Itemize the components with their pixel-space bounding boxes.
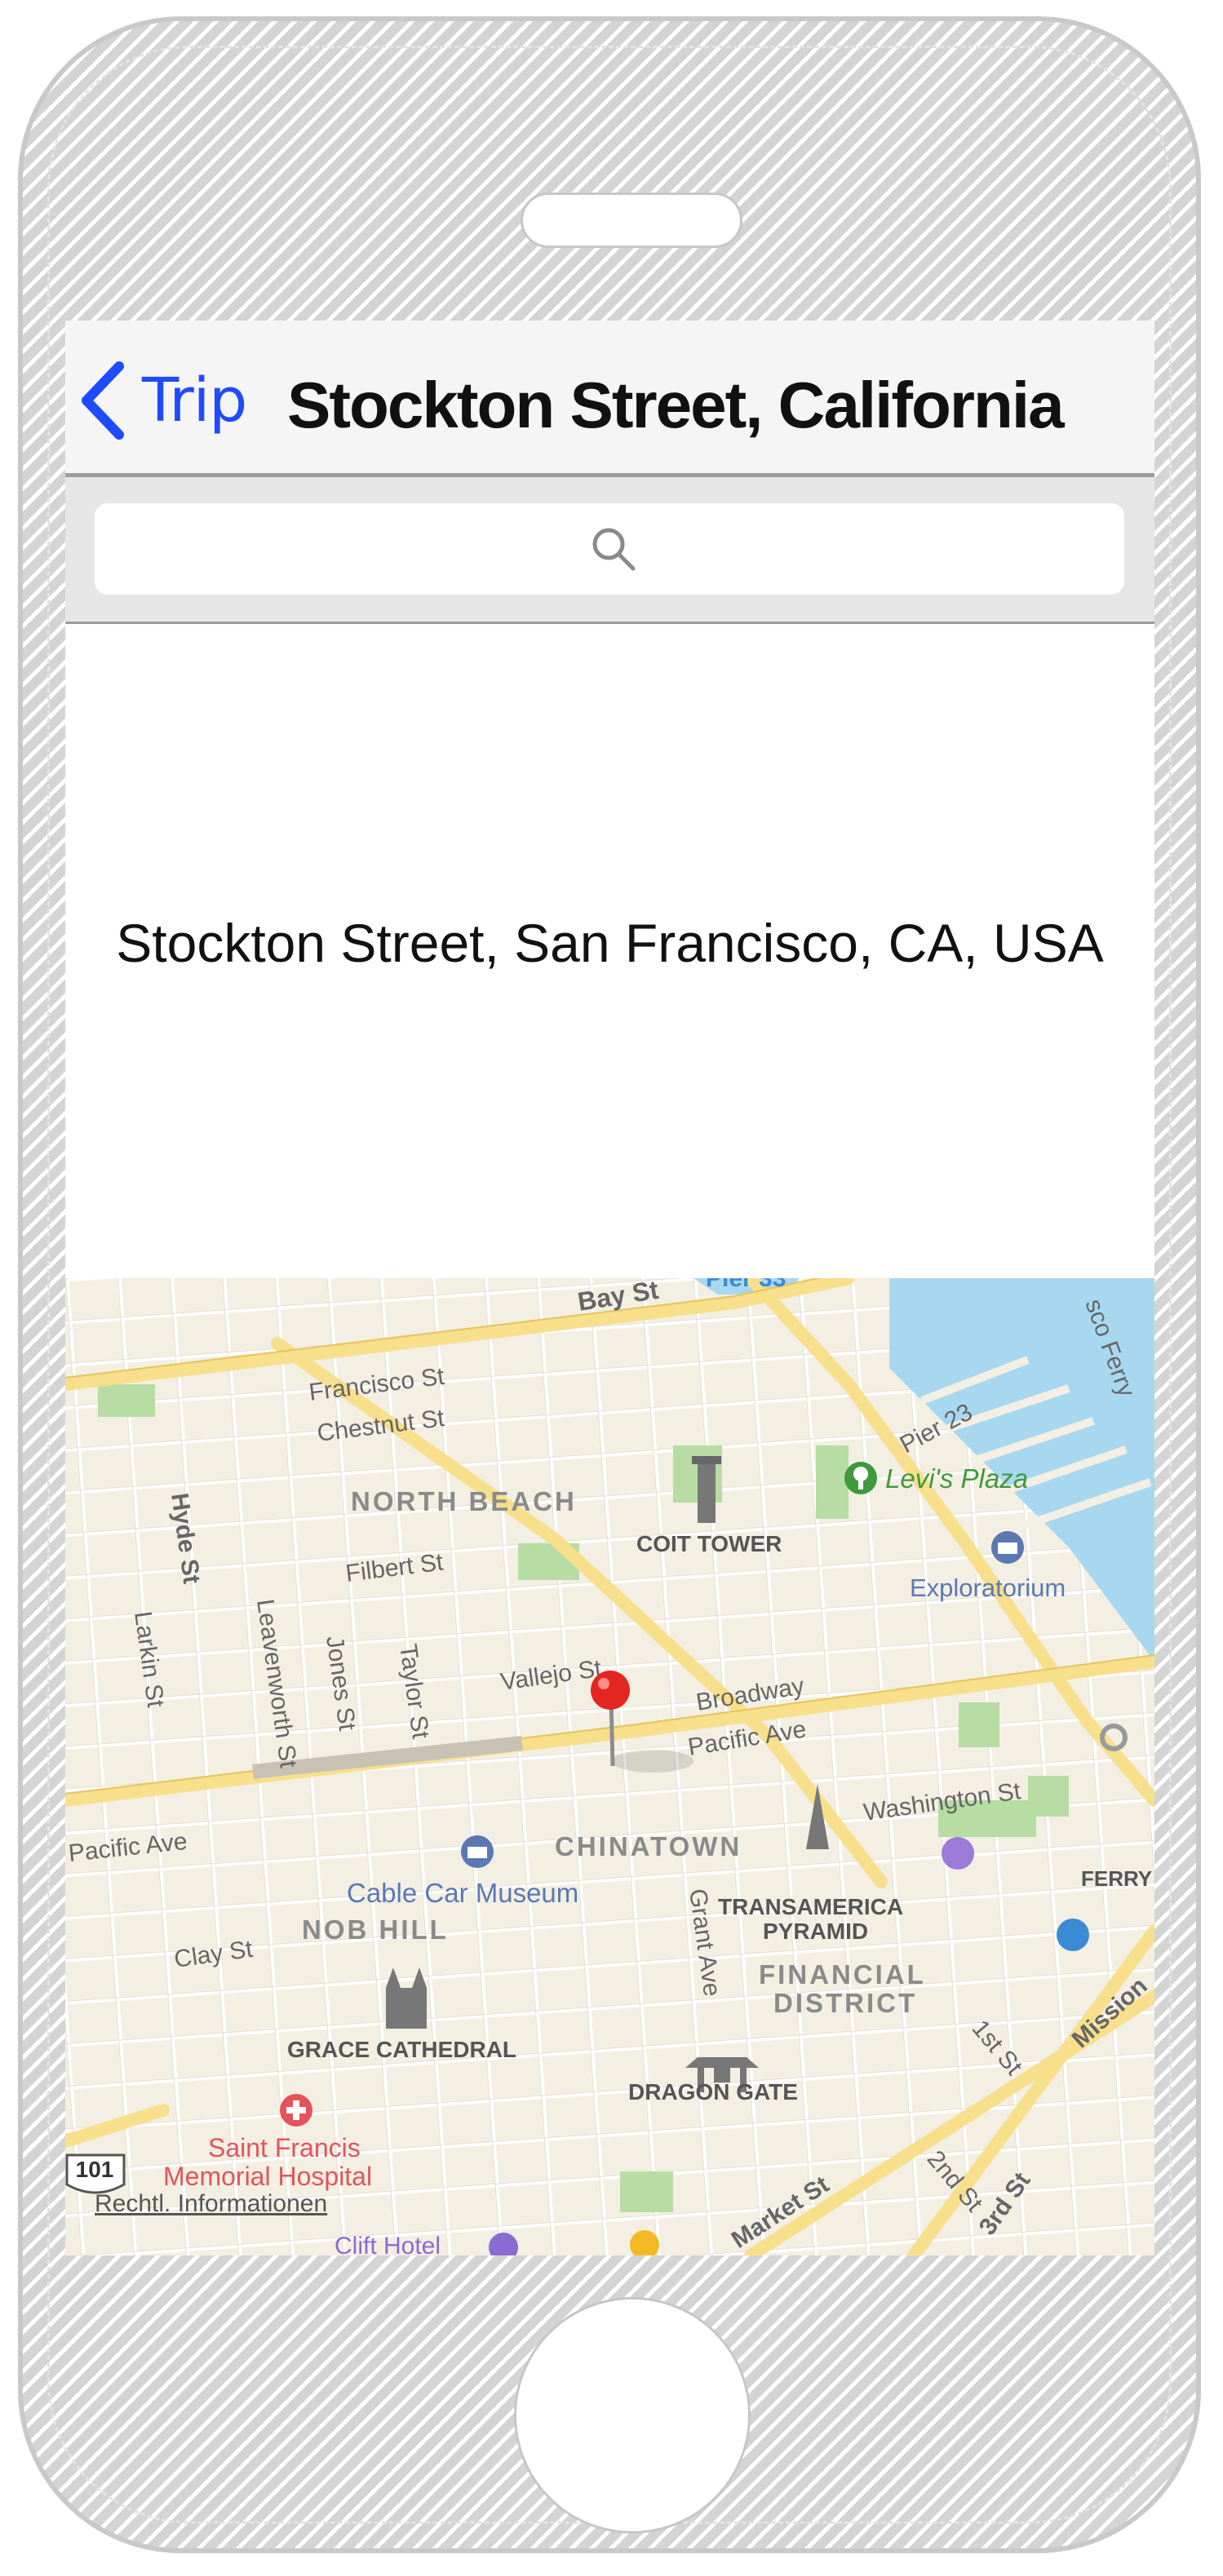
chevron-left-icon [82,361,124,440]
page-title: Stockton Street, California [287,369,1065,441]
levis-plaza-poi[interactable]: Levi's Plaza [844,1462,1028,1494]
district-label: CHINATOWN [555,1831,742,1861]
tower-icon [698,1458,716,1523]
district-label: NOB HILL [302,1914,449,1945]
district-label: NORTH BEACH [351,1486,577,1516]
district-label: FINANCIAL [759,1959,926,1990]
highway-101-label: 101 [76,2157,114,2182]
gate-icon [685,2057,759,2068]
back-button-label: Trip [142,365,247,436]
map-canvas: 101 Bay St Pier 33 Francisco St Chestnut… [65,1278,1154,2255]
transit-icon [1057,1919,1089,1951]
search-bar [65,477,1154,624]
street-label: Pier 33 [706,1278,786,1292]
highway-101-shield: 101 [65,2153,126,2194]
home-button[interactable] [514,2297,751,2534]
poi-label: Exploratorium [910,1573,1066,1602]
pin-shadow [612,1750,693,1773]
poi-label: Memorial Hospital [163,2162,372,2191]
poi-label: COIT TOWER [636,1531,782,1556]
poi-label: FERRY [1081,1866,1152,1891]
speaker-slot [521,193,742,248]
poi-label: TRANSAMERICA [718,1894,903,1919]
poi-label: Clift Hotel [335,2233,441,2255]
poi-label: DRAGON GATE [628,2079,798,2105]
navigation-bar: Trip Stockton Street, California [65,321,1154,477]
poi-label: PYRAMID [763,1919,868,1944]
back-button[interactable]: Trip [77,360,247,441]
poi-label: Levi's Plaza [885,1463,1028,1494]
app-screen: Trip Stockton Street, California Stockto… [65,321,1154,2255]
district-label: DISTRICT [773,1988,917,2018]
ferry-poi[interactable]: FERRY [1081,1866,1152,1891]
legal-info-link[interactable]: Rechtl. Informationen [95,2190,327,2218]
search-icon [592,528,636,571]
pin-head-icon [591,1671,630,1710]
poi-label: Saint Francis [208,2133,361,2162]
poi-label: Cable Car Museum [347,1878,578,1908]
theater-icon [942,1837,974,1870]
cathedral-icon [386,1988,427,2029]
search-input[interactable] [95,503,1124,595]
location-address: Stockton Street, San Francisco, CA, USA [116,913,1104,973]
poi-label: GRACE CATHEDRAL [287,2037,516,2062]
map-view[interactable]: 101 Bay St Pier 33 Francisco St Chestnut… [65,1278,1154,2255]
